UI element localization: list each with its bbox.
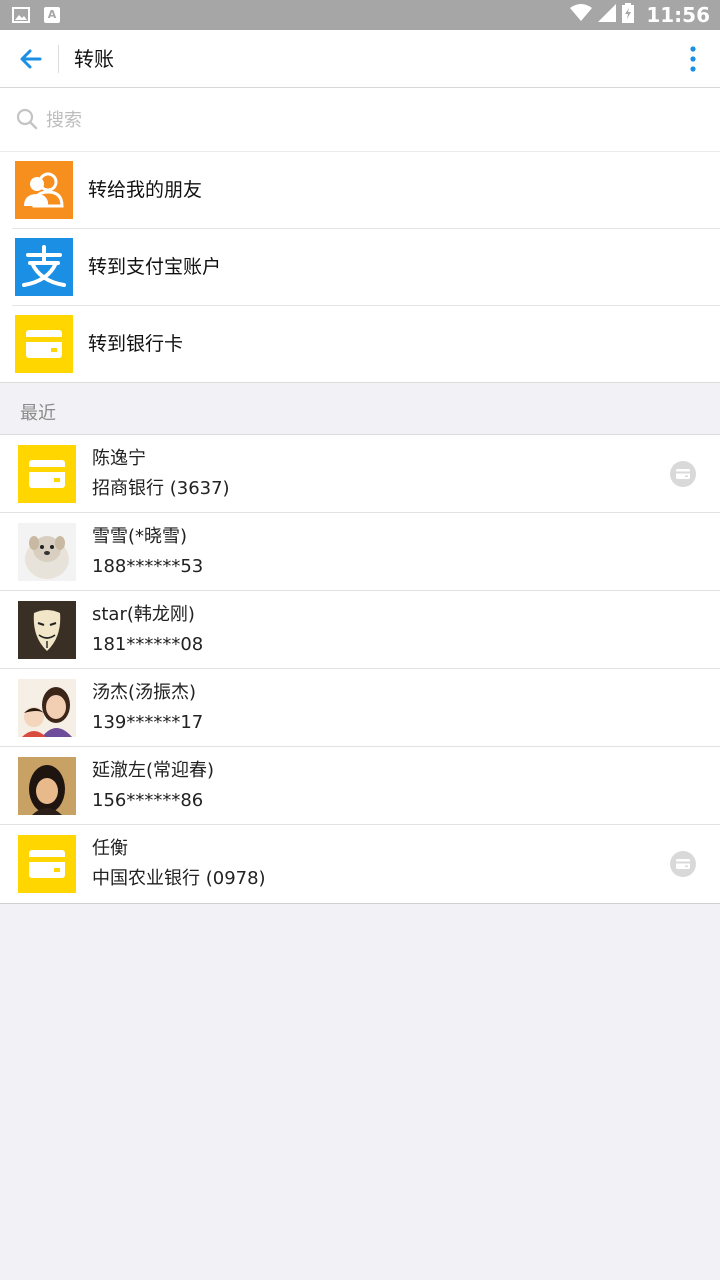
bank-card-icon: [15, 315, 73, 373]
search-icon: [16, 108, 38, 130]
image-notification-icon: [12, 7, 30, 23]
status-bar: A 11:56: [0, 0, 720, 30]
bank-card-icon: [18, 445, 76, 503]
recent-item[interactable]: 延澈左(常迎春) 156******86: [0, 747, 720, 825]
recent-item[interactable]: 雪雪(*晓雪) 188******53: [0, 513, 720, 591]
page-title: 转账: [74, 47, 114, 71]
title-divider: [58, 45, 59, 73]
option-label: 转给我的朋友: [88, 179, 203, 201]
recent-list: 陈逸宁 招商银行 (3637) 雪雪(*晓雪) 188******53 star…: [0, 435, 720, 904]
back-button[interactable]: [14, 42, 48, 76]
wifi-icon: [570, 4, 593, 26]
contact-detail: 招商银行 (3637): [92, 478, 230, 499]
contact-name: 雪雪(*晓雪): [92, 526, 188, 547]
contact-name: 延澈左(常迎春): [92, 760, 215, 781]
photo-avatar: [18, 757, 76, 815]
photo-avatar: [18, 523, 76, 581]
option-label: 转到支付宝账户: [88, 256, 222, 278]
option-transfer-to-friend[interactable]: 转给我的朋友: [12, 152, 720, 229]
friends-icon: [15, 161, 73, 219]
search-bar: [0, 88, 720, 152]
app-bar: 转账: [0, 30, 720, 88]
photo-avatar: [18, 679, 76, 737]
contact-name: 任衡: [92, 838, 128, 859]
recent-item[interactable]: 陈逸宁 招商银行 (3637): [0, 435, 720, 513]
contact-detail: 188******53: [92, 556, 204, 577]
recent-item[interactable]: star(韩龙刚) 181******08: [0, 591, 720, 669]
alipay-icon: [15, 238, 73, 296]
contact-detail: 中国农业银行 (0978): [92, 868, 266, 889]
recent-item[interactable]: 任衡 中国农业银行 (0978): [0, 825, 720, 903]
recent-item[interactable]: 汤杰(汤振杰) 139******17: [0, 669, 720, 747]
a-notification-icon: A: [44, 7, 60, 23]
contact-name: 陈逸宁: [92, 448, 146, 469]
option-label: 转到银行卡: [88, 333, 184, 355]
battery-icon: [622, 3, 635, 27]
more-vertical-icon: [690, 46, 696, 72]
transfer-options: 转给我的朋友 转到支付宝账户 转到银行卡: [0, 152, 720, 383]
card-badge-icon: [670, 461, 696, 487]
recent-section-header: 最近: [0, 383, 720, 435]
contact-detail: 139******17: [92, 712, 204, 733]
option-transfer-to-bank-card[interactable]: 转到银行卡: [12, 306, 720, 383]
mask-avatar: [18, 601, 76, 659]
contact-name: 汤杰(汤振杰): [92, 682, 197, 703]
contact-detail: 156******86: [92, 790, 204, 811]
contact-name: star(韩龙刚): [92, 604, 195, 625]
contact-detail: 181******08: [92, 634, 204, 655]
bank-card-icon: [18, 835, 76, 893]
arrow-left-icon: [20, 49, 42, 69]
status-time: 11:56: [646, 3, 710, 27]
search-input[interactable]: [44, 102, 684, 138]
card-badge-icon: [670, 851, 696, 877]
option-transfer-to-alipay[interactable]: 转到支付宝账户: [12, 229, 720, 306]
signal-icon: [598, 4, 617, 26]
section-title: 最近: [20, 403, 56, 424]
more-options-button[interactable]: [680, 42, 706, 76]
